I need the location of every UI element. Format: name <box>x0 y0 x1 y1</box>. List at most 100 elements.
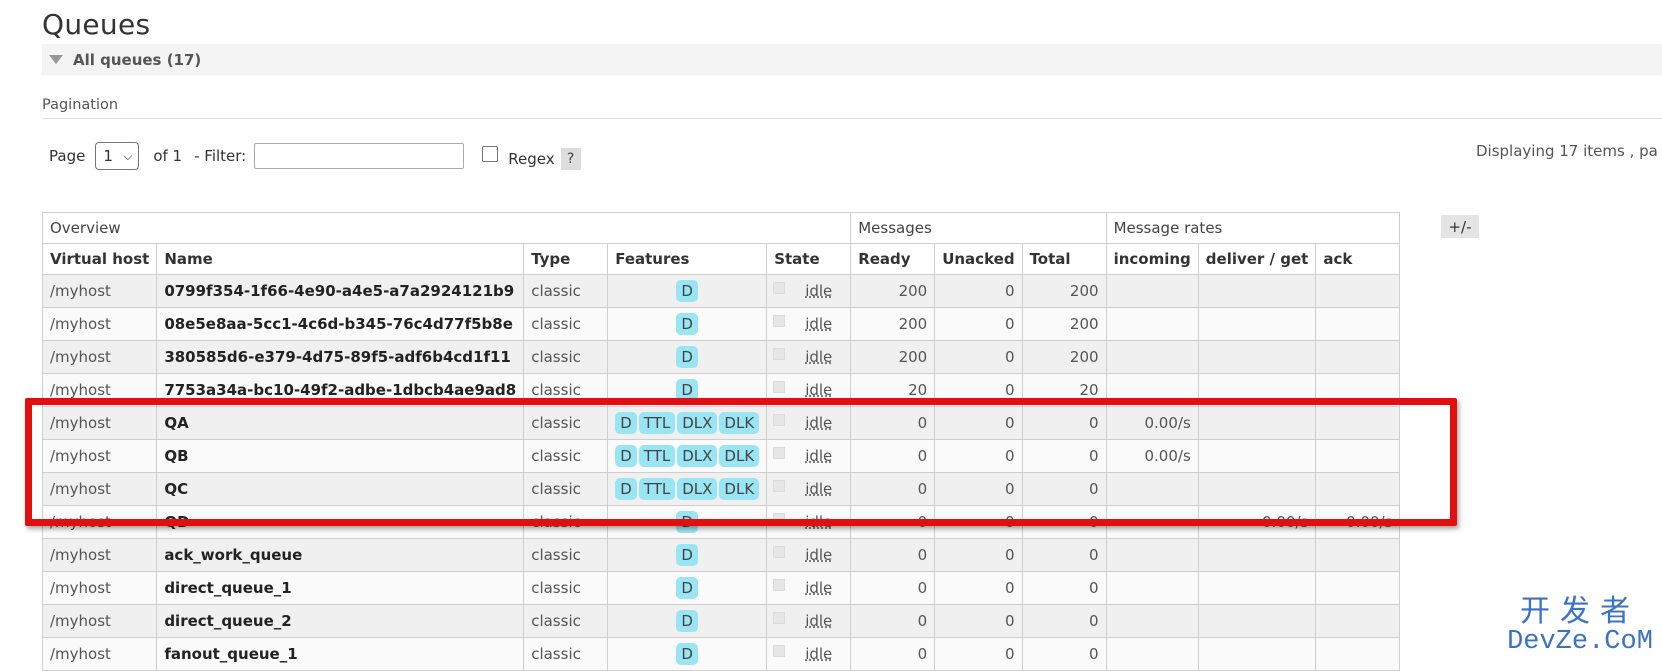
col-ack[interactable]: ack <box>1315 243 1401 275</box>
page-title: Queues <box>42 8 151 41</box>
cell-unacked: 0 <box>934 637 1023 671</box>
cell-deliver-get <box>1197 604 1317 638</box>
state-text: idle <box>805 381 833 399</box>
group-messages: Messages <box>850 212 1107 244</box>
cell-state: idle <box>766 307 852 341</box>
cell-ack <box>1315 604 1401 638</box>
cell-total: 0 <box>1021 571 1107 605</box>
cell-type: classic <box>523 604 609 638</box>
cell-incoming <box>1105 274 1199 308</box>
table-row: /myhost ack_work_queue classic Didle 0 0 0 <box>41 538 1401 572</box>
cell-ack <box>1315 307 1401 341</box>
feature-badge: D <box>676 577 698 599</box>
state-square-icon <box>773 281 786 294</box>
all-queues-section-toggle[interactable]: All queues (17) <box>42 44 1662 75</box>
group-message-rates: Message rates <box>1105 212 1401 244</box>
state-square-icon <box>773 347 786 360</box>
cell-vhost: /myhost <box>41 307 158 341</box>
queue-name-link[interactable]: 0799f354-1f66-4e90-a4e5-a7a2924121b9 <box>156 274 525 308</box>
cell-state: idle <box>766 274 852 308</box>
col-state[interactable]: State <box>766 243 852 275</box>
cell-type: classic <box>523 274 609 308</box>
col-deliver-get[interactable]: deliver / get <box>1197 243 1317 275</box>
filter-input[interactable] <box>254 143 465 169</box>
col-type[interactable]: Type <box>523 243 609 275</box>
queue-name-link[interactable]: direct_queue_1 <box>156 571 525 605</box>
state-square-icon <box>773 380 786 393</box>
cell-ready: 0 <box>850 637 936 671</box>
state-square-icon <box>773 611 786 624</box>
cell-state: idle <box>766 571 852 605</box>
queue-name-link[interactable]: 08e5e8aa-5cc1-4c6d-b345-76c4d77f5b8e <box>156 307 525 341</box>
cell-unacked: 0 <box>934 571 1023 605</box>
cell-unacked: 0 <box>934 538 1023 572</box>
feature-badge: D <box>676 280 698 302</box>
cell-ready: 0 <box>850 538 936 572</box>
regex-help-button[interactable]: ? <box>560 148 581 170</box>
col-unacked[interactable]: Unacked <box>934 243 1023 275</box>
cell-features: D <box>607 307 768 341</box>
displaying-count: Displaying 17 items , pa <box>1476 142 1658 160</box>
table-row: /myhost direct_queue_1 classic Didle 0 0 0 <box>41 571 1401 605</box>
cell-ack <box>1315 538 1401 572</box>
queue-name-link[interactable]: fanout_queue_1 <box>156 637 525 671</box>
pager: Page 1 ⌵ of 1 - Filter: Regex ? <box>49 141 581 171</box>
state-text: idle <box>805 645 833 663</box>
cell-type: classic <box>523 340 609 374</box>
table-row: /myhost direct_queue_2 classic Didle 0 0 0 <box>41 604 1401 638</box>
cell-state: idle <box>766 604 852 638</box>
cell-features: D <box>607 571 768 605</box>
page-of-text: of 1 <box>153 147 183 165</box>
column-toggle-button[interactable]: +/- <box>1441 215 1479 238</box>
cell-state: idle <box>766 538 852 572</box>
cell-ack <box>1315 637 1401 671</box>
cell-incoming <box>1105 538 1199 572</box>
cell-unacked: 0 <box>934 604 1023 638</box>
col-ready[interactable]: Ready <box>850 243 936 275</box>
cell-features: D <box>607 637 768 671</box>
pagination-label: Pagination <box>42 97 119 113</box>
cell-features: D <box>607 538 768 572</box>
table-row: /myhost 380585d6-e379-4d75-89f5-adf6b4cd1… <box>41 340 1401 374</box>
regex-checkbox[interactable] <box>482 146 499 162</box>
queue-name-link[interactable]: ack_work_queue <box>156 538 525 572</box>
cell-incoming <box>1105 307 1199 341</box>
cell-deliver-get <box>1197 307 1317 341</box>
queue-name-link[interactable]: 380585d6-e379-4d75-89f5-adf6b4cd1f11 <box>156 340 525 374</box>
col-features[interactable]: Features <box>607 243 768 275</box>
cell-total: 200 <box>1021 274 1107 308</box>
cell-features: D <box>607 340 768 374</box>
cell-ready: 200 <box>850 307 936 341</box>
cell-vhost: /myhost <box>41 637 158 671</box>
page-select-value: 1 <box>103 147 113 165</box>
cell-deliver-get <box>1197 274 1317 308</box>
cell-ready: 200 <box>850 340 936 374</box>
col-name[interactable]: Name <box>156 243 525 275</box>
cell-vhost: /myhost <box>41 604 158 638</box>
filter-label: - Filter: <box>194 147 247 165</box>
cell-type: classic <box>523 538 609 572</box>
feature-badge: D <box>676 643 698 665</box>
cell-ack <box>1315 571 1401 605</box>
cell-total: 0 <box>1021 538 1107 572</box>
cell-type: classic <box>523 571 609 605</box>
cell-incoming <box>1105 637 1199 671</box>
feature-badge: D <box>676 313 698 335</box>
regex-label: Regex <box>508 150 555 168</box>
section-label: All queues (17) <box>73 50 202 69</box>
cell-incoming <box>1105 571 1199 605</box>
state-square-icon <box>773 545 786 558</box>
col-virtual-host[interactable]: Virtual host <box>41 243 158 275</box>
page-select[interactable]: 1 ⌵ <box>95 142 140 170</box>
watermark-logo: 开发者 DevZe.CoM <box>1504 597 1656 656</box>
cell-total: 200 <box>1021 307 1107 341</box>
cell-incoming <box>1105 604 1199 638</box>
state-text: idle <box>805 579 833 597</box>
col-incoming[interactable]: incoming <box>1105 243 1199 275</box>
cell-vhost: /myhost <box>41 274 158 308</box>
highlight-annotation-box <box>25 398 1457 526</box>
cell-ack <box>1315 340 1401 374</box>
col-total[interactable]: Total <box>1021 243 1107 275</box>
cell-ready: 0 <box>850 571 936 605</box>
queue-name-link[interactable]: direct_queue_2 <box>156 604 525 638</box>
